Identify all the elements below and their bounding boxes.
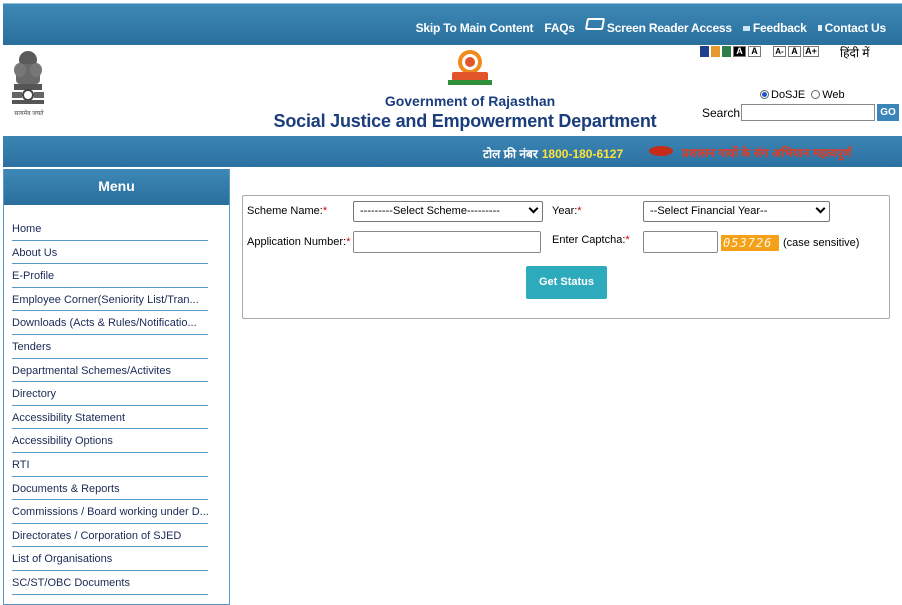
sidebar-item-downloads[interactable]: Downloads (Acts & Rules/Notificatio... <box>12 311 208 335</box>
search-input[interactable] <box>741 104 875 121</box>
required-mark: * <box>577 205 582 217</box>
search-scope-site[interactable]: DoSJE <box>760 89 805 101</box>
screen-reader-link[interactable]: Screen Reader Access <box>584 18 732 35</box>
sidebar-item-commissions[interactable]: Commissions / Board working under D... <box>12 500 208 524</box>
text-normal-button[interactable]: A <box>788 46 801 57</box>
search-go-button[interactable]: GO <box>877 104 899 121</box>
application-number-label-text: Application Number: <box>247 236 347 248</box>
emblem-caption: सत्यमेव जयते <box>14 111 44 117</box>
department-title: Social Justice and Empowerment Departmen… <box>273 111 657 131</box>
feedback-label: Feedback <box>752 21 807 35</box>
skip-to-main-link[interactable]: Skip To Main Content <box>416 21 534 35</box>
top-links: Skip To Main Content FAQs Screen Reader … <box>416 18 887 35</box>
skip-label: Skip To Main Content <box>415 21 534 35</box>
chevron-down-icon <box>528 203 539 214</box>
contact-us-link[interactable]: Contact Us <box>817 21 887 35</box>
faqs-label: FAQs <box>544 21 575 35</box>
menu-heading: Menu <box>4 169 229 205</box>
site-header: सत्यमेव जयते Government of Rajasthan Soc… <box>0 45 902 136</box>
search-label: Search: <box>702 106 744 120</box>
search-scope: DoSJE Web <box>760 89 845 101</box>
tollfree-label: टोल फ्री नंबर <box>483 147 538 161</box>
national-emblem-icon <box>12 51 44 104</box>
captcha-label-text: Enter Captcha: <box>552 234 626 246</box>
required-mark: * <box>322 205 328 217</box>
sidebar-item-employee-corner[interactable]: Employee Corner(Seniority List/Tran... <box>12 288 208 312</box>
sidebar-item-documents-reports[interactable]: Documents & Reports <box>12 477 208 501</box>
sidebar-item-home[interactable]: Home <box>12 217 208 241</box>
contact-icon <box>817 25 822 31</box>
contact-label: Contact Us <box>824 21 887 35</box>
tollfree-number: 1800-180-6127 <box>541 147 624 161</box>
scheme-name-label: Scheme Name:* <box>247 205 327 217</box>
sidebar-item-schemes[interactable]: Departmental Schemes/Activites <box>12 359 208 383</box>
text-larger-button[interactable]: A+ <box>803 46 819 57</box>
scheme-name-label-text: Scheme Name: <box>247 205 323 217</box>
captcha-input[interactable] <box>643 231 718 253</box>
hindi-language-link[interactable]: हिंदी में <box>840 44 869 61</box>
sidebar-item-accessibility-options[interactable]: Accessibility Options <box>12 429 208 453</box>
top-bar: Skip To Main Content FAQs Screen Reader … <box>3 3 902 45</box>
theme-green-swatch[interactable] <box>722 46 731 57</box>
radio-selected-icon <box>760 90 769 99</box>
search-scope-web[interactable]: Web <box>811 89 845 101</box>
theme-orange-swatch[interactable] <box>711 46 720 57</box>
contrast-dark-button[interactable]: A <box>733 46 746 57</box>
search-scope-site-label: DoSJE <box>771 89 806 101</box>
required-mark: * <box>346 236 351 248</box>
application-number-input[interactable] <box>353 231 541 253</box>
scheme-select-value: ---------Select Scheme--------- <box>360 205 500 217</box>
text-smaller-button[interactable]: A- <box>773 46 786 57</box>
captcha-image: 053726 <box>721 235 779 251</box>
application-number-label: Application Number:* <box>247 236 350 248</box>
financial-year-value: --Select Financial Year-- <box>650 205 768 217</box>
sidebar-item-organisations[interactable]: List of Organisations <box>12 547 208 571</box>
sidebar-item-accessibility-statement[interactable]: Accessibility Statement <box>12 406 208 430</box>
case-sensitive-note: (case sensitive) <box>783 237 860 249</box>
sidebar-menu: Menu Home About Us E-Profile Employee Co… <box>3 169 230 605</box>
financial-year-select[interactable]: --Select Financial Year-- <box>643 201 830 222</box>
campaign-slogan: प्रशासन गावों के संग अभियान महत्वपूर्ण <box>682 146 852 160</box>
year-label: Year:* <box>552 205 582 217</box>
sidebar-item-directorates[interactable]: Directorates / Corporation of SJED <box>12 524 208 548</box>
sidebar-item-tenders[interactable]: Tenders <box>12 335 208 359</box>
year-label-text: Year: <box>552 205 578 217</box>
contrast-light-button[interactable]: A <box>748 46 761 57</box>
menu-list: Home About Us E-Profile Employee Corner(… <box>4 205 229 595</box>
radio-unselected-icon <box>811 90 821 99</box>
screen-reader-icon <box>584 18 605 30</box>
faqs-link[interactable]: FAQs <box>544 21 575 35</box>
scheme-select[interactable]: ---------Select Scheme--------- <box>353 201 543 222</box>
accessibility-controls: A A A- A A+ <box>700 46 819 57</box>
theme-blue-swatch[interactable] <box>700 46 709 57</box>
feedback-icon <box>742 25 750 31</box>
tollfree-info: टोल फ्री नंबर 1800-180-6127 <box>483 145 623 162</box>
required-mark: * <box>625 234 630 246</box>
government-title: Government of Rajasthan <box>384 93 556 109</box>
captcha-label: Enter Captcha:* <box>552 234 630 246</box>
feedback-link[interactable]: Feedback <box>742 21 807 35</box>
screen-reader-label: Screen Reader Access <box>606 21 732 35</box>
sidebar-item-about-us[interactable]: About Us <box>12 241 208 265</box>
chevron-down-icon <box>815 203 826 214</box>
sidebar-item-sc-st-obc[interactable]: SC/ST/OBC Documents <box>12 571 208 595</box>
tollfree-bar: टोल फ्री नंबर 1800-180-6127 प्रशासन गावों… <box>3 136 902 167</box>
get-status-button[interactable]: Get Status <box>526 266 607 299</box>
sidebar-item-rti[interactable]: RTI <box>12 453 208 477</box>
application-status-form: Scheme Name:* ---------Select Scheme----… <box>242 195 890 319</box>
search-scope-web-label: Web <box>822 89 845 101</box>
slogan-badge-icon <box>649 146 673 156</box>
rajasthan-logo-icon <box>448 50 492 85</box>
sidebar-item-directory[interactable]: Directory <box>12 382 208 406</box>
sidebar-item-e-profile[interactable]: E-Profile <box>12 264 208 288</box>
